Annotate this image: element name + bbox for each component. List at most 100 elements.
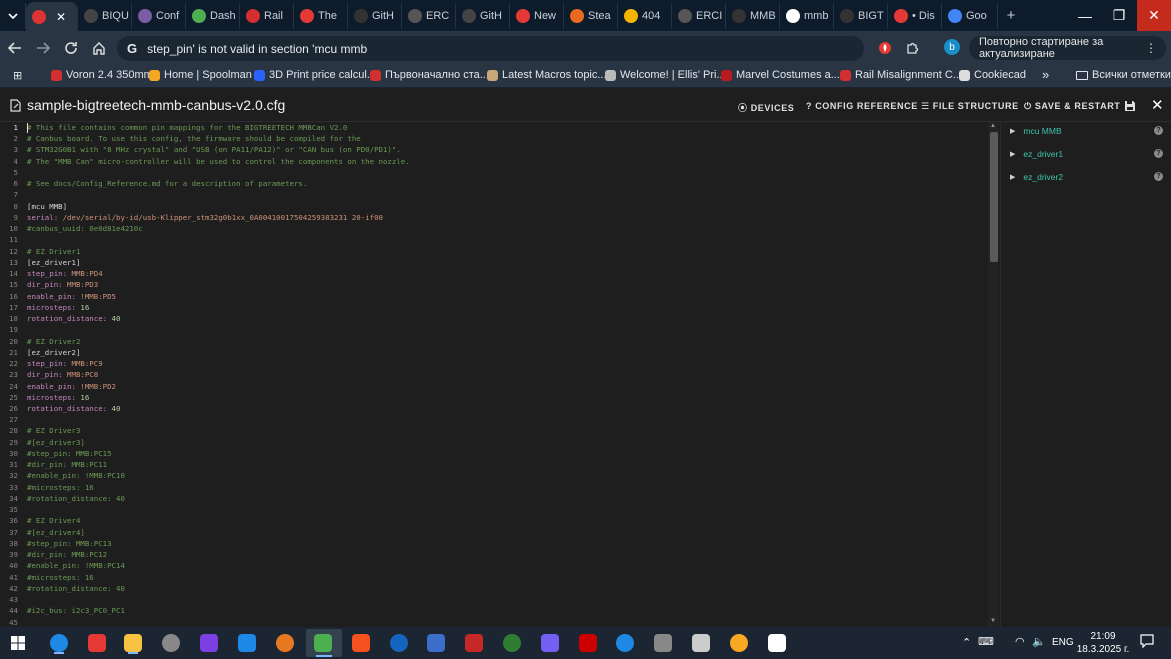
bookmark-item[interactable]: 3D Print price calcul... — [254, 69, 376, 81]
code-line[interactable]: # EZ Driver2 — [27, 337, 80, 346]
structure-item[interactable]: ▶ ez_driver1 — [1010, 149, 1063, 159]
taskbar-app-icon[interactable] — [728, 632, 750, 654]
expand-triangle-icon[interactable]: ▶ — [1010, 173, 1015, 181]
volume-icon[interactable]: 🔈 — [1032, 635, 1046, 648]
taskbar-app-icon[interactable] — [274, 632, 296, 654]
tab-search-dropdown-icon[interactable] — [0, 2, 26, 29]
code-line[interactable]: # See docs/Config_Reference.md for a des… — [27, 179, 307, 188]
code-line[interactable]: enable_pin: !MMB:PD5 — [27, 292, 116, 301]
taskbar-app-icon[interactable] — [690, 632, 712, 654]
windows-start-icon[interactable] — [11, 636, 25, 655]
bookmark-item[interactable]: Welcome! | Ellis' Pri... — [605, 69, 726, 81]
save-disk-icon[interactable] — [1124, 99, 1136, 117]
browser-tab[interactable]: The — [294, 2, 348, 29]
code-line[interactable]: # EZ Driver1 — [27, 247, 80, 256]
taskbar-app-icon[interactable] — [160, 632, 182, 654]
code-line[interactable]: #microsteps: 16 — [27, 483, 94, 492]
code-line[interactable]: [mcu MMB] — [27, 202, 67, 211]
browser-tab[interactable]: Dash — [186, 2, 240, 29]
browser-tab[interactable]: 404 — [618, 2, 672, 29]
reload-icon[interactable] — [62, 39, 80, 57]
taskbar-app-icon[interactable] — [463, 632, 485, 654]
expand-triangle-icon[interactable]: ▶ — [1010, 150, 1015, 158]
scroll-down-icon[interactable]: ▼ — [990, 618, 996, 624]
code-line[interactable]: # EZ Driver3 — [27, 426, 80, 435]
code-line[interactable]: rotation_distance: 40 — [27, 404, 120, 413]
taskbar-app-icon[interactable] — [350, 632, 372, 654]
code-line[interactable]: step_pin: MMB:PC9 — [27, 359, 103, 368]
code-line[interactable]: # Canbus board. To use this config, the … — [27, 134, 361, 143]
code-line[interactable]: # EZ Driver4 — [27, 516, 80, 525]
taskbar-app-icon[interactable] — [614, 632, 636, 654]
home-icon[interactable] — [90, 39, 108, 57]
browser-tab[interactable]: • Dis — [888, 2, 942, 29]
code-line[interactable]: rotation_distance: 40 — [27, 314, 120, 323]
structure-item[interactable]: ▶ mcu MMB — [1010, 126, 1062, 136]
taskbar-app-icon[interactable] — [652, 632, 674, 654]
taskbar-app-icon[interactable] — [425, 632, 447, 654]
code-line[interactable]: [ez_driver1] — [27, 258, 80, 267]
apps-grid-icon[interactable]: ⊞ — [13, 69, 22, 82]
code-line[interactable]: #i2c_bus: i2c3_PC0_PC1 — [27, 606, 125, 615]
notifications-icon[interactable] — [1140, 634, 1154, 653]
taskbar-app-icon[interactable] — [236, 632, 258, 654]
profile-avatar[interactable]: b — [944, 39, 960, 55]
browser-tab[interactable]: BIQU — [78, 2, 132, 29]
save-restart-button[interactable]: ⏻ SAVE & RESTART — [1024, 101, 1120, 112]
config-reference-button[interactable]: ? CONFIG REFERENCE — [806, 101, 918, 111]
puzzle-extensions-icon[interactable] — [903, 39, 921, 57]
browser-tab[interactable]: ✕ — [26, 2, 78, 31]
bookmark-item[interactable]: Cookiecad — [959, 69, 1026, 81]
tray-overflow-icon[interactable]: ⌃ — [962, 636, 971, 649]
browser-tab[interactable]: ERC — [402, 2, 456, 29]
browser-tab[interactable]: ERCI — [672, 2, 726, 29]
browser-tab[interactable]: Goo — [942, 2, 998, 29]
taskbar-app-icon[interactable] — [122, 632, 144, 654]
code-line[interactable]: enable_pin: !MMB:PD2 — [27, 382, 116, 391]
extension-icon[interactable] — [876, 39, 894, 57]
code-line[interactable]: dir_pin: MMB:PD3 — [27, 280, 98, 289]
taskbar-app-icon[interactable] — [388, 632, 410, 654]
bookmark-item[interactable]: Marvel Costumes a... — [721, 69, 840, 81]
taskbar-app-icon[interactable] — [501, 632, 523, 654]
clock[interactable]: 21:09 18.3.2025 г. — [1075, 630, 1131, 656]
code-line[interactable]: #enable_pin: !MMB:PC14 — [27, 561, 125, 570]
code-line[interactable]: #rotation_distance: 40 — [27, 584, 125, 593]
browser-tab[interactable]: MMB — [726, 2, 780, 29]
taskbar-app-icon[interactable] — [306, 629, 342, 657]
taskbar-app-icon[interactable] — [577, 632, 599, 654]
scroll-up-icon[interactable]: ▲ — [990, 123, 996, 129]
browser-tab[interactable]: Conf — [132, 2, 186, 29]
bookmarks-overflow-button[interactable]: » — [1042, 67, 1049, 82]
expand-triangle-icon[interactable]: ▶ — [1010, 127, 1015, 135]
code-line[interactable]: microsteps: 16 — [27, 393, 89, 402]
restore-button[interactable]: ❐ — [1102, 0, 1136, 31]
browser-tab[interactable]: mmb — [780, 2, 834, 29]
all-bookmarks-button[interactable]: Всички отметки — [1076, 69, 1171, 81]
code-line[interactable]: dir_pin: MMB:PC8 — [27, 370, 98, 379]
code-editor[interactable]: 1 # This file contains common pin mapping… — [0, 122, 1000, 627]
browser-tab[interactable]: Rail — [240, 2, 294, 29]
bookmark-item[interactable]: Home | Spoolman — [149, 69, 252, 81]
tray-keyboard-icon[interactable]: ⌨ — [978, 635, 994, 648]
code-line[interactable]: serial: /dev/serial/by-id/usb-Klipper_st… — [27, 213, 383, 222]
devices-button[interactable]: ⦿ DEVICES — [738, 101, 794, 114]
structure-item[interactable]: ▶ ez_driver2 — [1010, 172, 1063, 182]
kebab-menu-icon[interactable]: ⋮ — [1145, 41, 1157, 55]
code-line[interactable]: #step_pin: MMB:PC13 — [27, 539, 112, 548]
browser-tab[interactable]: Stea — [564, 2, 618, 29]
file-structure-button[interactable]: ☰ FILE STRUCTURE — [921, 101, 1019, 112]
new-tab-button[interactable]: + — [998, 3, 1024, 29]
bookmark-item[interactable]: Rail Misalignment C... — [840, 69, 962, 81]
code-line[interactable]: # The "MMB Can" micro-controller will be… — [27, 157, 410, 166]
browser-tab[interactable]: New — [510, 2, 564, 29]
address-bar[interactable]: G step_pin' is not valid in section 'mcu… — [117, 36, 864, 61]
code-line[interactable]: # This file contains common pin mappings… — [27, 123, 347, 132]
browser-tab[interactable]: BIGT — [834, 2, 888, 29]
help-icon[interactable]: ? — [1154, 149, 1163, 158]
language-indicator[interactable]: ENG — [1052, 637, 1074, 648]
taskbar-app-icon[interactable] — [539, 632, 561, 654]
code-line[interactable]: #dir_pin: MMB:PC12 — [27, 550, 107, 559]
browser-tab[interactable]: GitH — [348, 2, 402, 29]
code-line[interactable]: #[ez_driver4] — [27, 528, 85, 537]
